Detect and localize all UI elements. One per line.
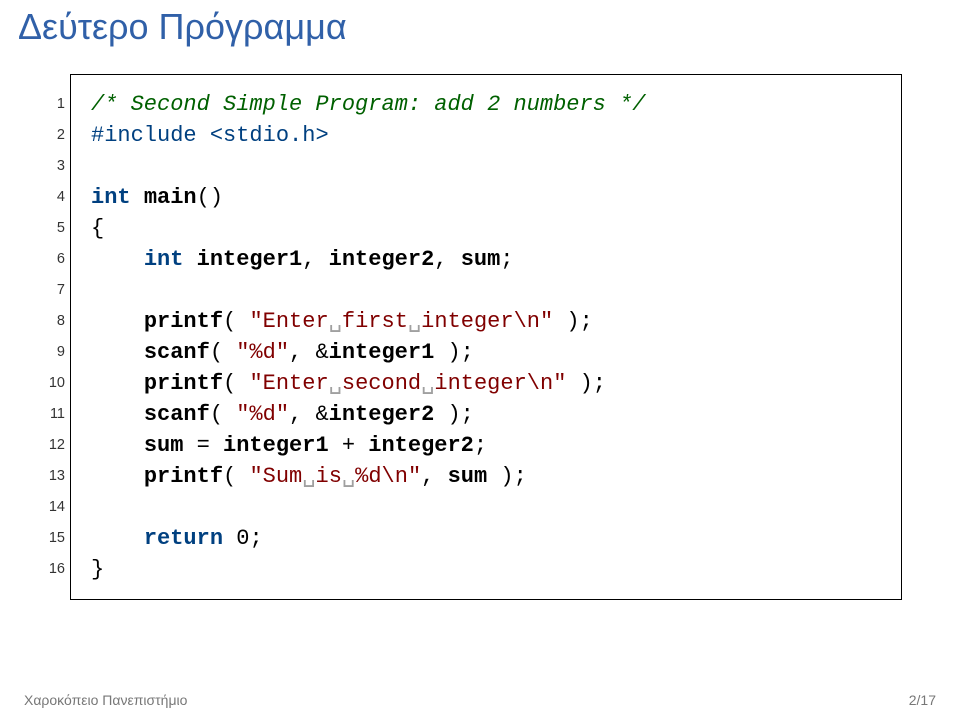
visible-space-icon: ␣ — [408, 309, 421, 334]
lineno: 14 — [35, 492, 65, 523]
code-sp — [183, 247, 196, 272]
lineno: 16 — [35, 554, 65, 585]
code-punct: ); — [553, 309, 593, 334]
code-punct: , — [302, 247, 328, 272]
code-indent — [91, 433, 144, 458]
code-ident: scanf — [144, 340, 210, 365]
code-ident: integer2 — [329, 402, 435, 427]
code-ident: scanf — [144, 402, 210, 427]
lineno: 12 — [35, 430, 65, 461]
code-ident: integer1 — [197, 247, 303, 272]
lineno: 13 — [35, 461, 65, 492]
code-ident: printf — [144, 309, 223, 334]
lineno: 6 — [35, 244, 65, 275]
visible-space-icon: ␣ — [329, 371, 342, 396]
code-ident: integer1 — [223, 433, 329, 458]
code-punct: ( — [223, 309, 249, 334]
code-string: "Sum — [249, 464, 302, 489]
code-indent — [91, 309, 144, 334]
slide-title: Δεύτερο Πρόγραμμα — [0, 0, 960, 66]
lineno: 10 — [35, 368, 65, 399]
code-punct: = — [183, 433, 223, 458]
code-brace: } — [91, 557, 104, 582]
code-punct: ); — [566, 371, 606, 396]
code-punct: ; — [474, 433, 487, 458]
visible-space-icon: ␣ — [329, 309, 342, 334]
code-string: first — [342, 309, 408, 334]
code-punct: ( — [223, 371, 249, 396]
code-indent — [91, 526, 144, 551]
code-punct: ( — [223, 464, 249, 489]
lineno: 11 — [35, 399, 65, 430]
code-punct: ; — [249, 526, 262, 551]
visible-space-icon: ␣ — [302, 464, 315, 489]
visible-space-icon: ␣ — [342, 464, 355, 489]
code-ident: sum — [144, 433, 184, 458]
code-ident: main — [144, 185, 197, 210]
code-preproc: #include — [91, 123, 197, 148]
code-body: /* Second Simple Program: add 2 numbers … — [91, 89, 881, 585]
code-string: "Enter — [249, 371, 328, 396]
lineno: 5 — [35, 213, 65, 244]
lineno: 9 — [35, 337, 65, 368]
code-sp — [223, 526, 236, 551]
code-punct: , — [434, 247, 460, 272]
code-punct: + — [329, 433, 369, 458]
visible-space-icon: ␣ — [421, 371, 434, 396]
code-string: %d\n" — [355, 464, 421, 489]
code-indent — [91, 402, 144, 427]
slide: Δεύτερο Πρόγραμμα 1 2 3 4 5 6 7 8 9 10 1… — [0, 0, 960, 718]
code-sp — [131, 185, 144, 210]
code-punct: , — [421, 464, 447, 489]
code-indent — [91, 247, 144, 272]
code-ident: integer2 — [368, 433, 474, 458]
code-punct: ( — [210, 402, 236, 427]
lineno: 1 — [35, 89, 65, 120]
code-punct: , & — [289, 402, 329, 427]
lineno: 7 — [35, 275, 65, 306]
code-string: "Enter — [249, 309, 328, 334]
code-punct: ( — [210, 340, 236, 365]
footer-university: Χαροκόπειο Πανεπιστήμιο — [24, 692, 187, 708]
code-string: integer\n" — [434, 371, 566, 396]
code-type: int — [144, 247, 184, 272]
code-ident: sum — [448, 464, 488, 489]
code-punct: , & — [289, 340, 329, 365]
code-brace: { — [91, 216, 104, 241]
code-comment: /* Second Simple Program: add 2 numbers … — [91, 92, 646, 117]
code-string: "%d" — [236, 402, 289, 427]
code-ident: printf — [144, 464, 223, 489]
code-string: "%d" — [236, 340, 289, 365]
code-ident: integer1 — [329, 340, 435, 365]
code-punct: ); — [487, 464, 527, 489]
code-indent — [91, 464, 144, 489]
code-indent — [91, 340, 144, 365]
code-listing: 1 2 3 4 5 6 7 8 9 10 11 12 13 14 15 16 /… — [70, 74, 902, 600]
code-number: 0 — [236, 526, 249, 551]
code-keyword: return — [144, 526, 223, 551]
line-number-gutter: 1 2 3 4 5 6 7 8 9 10 11 12 13 14 15 16 — [35, 89, 65, 585]
lineno: 8 — [35, 306, 65, 337]
code-string: second — [342, 371, 421, 396]
lineno: 15 — [35, 523, 65, 554]
code-ident: printf — [144, 371, 223, 396]
footer-page-number: 2/17 — [909, 692, 936, 708]
lineno: 4 — [35, 182, 65, 213]
code-indent — [91, 371, 144, 396]
code-preproc: <stdio.h> — [197, 123, 329, 148]
code-ident: integer2 — [329, 247, 435, 272]
lineno: 3 — [35, 151, 65, 182]
code-string: is — [316, 464, 342, 489]
code-ident: sum — [461, 247, 501, 272]
code-string: integer\n" — [421, 309, 553, 334]
code-punct: ; — [500, 247, 513, 272]
code-punct: () — [197, 185, 223, 210]
code-type: int — [91, 185, 131, 210]
lineno: 2 — [35, 120, 65, 151]
code-punct: ); — [434, 340, 474, 365]
code-punct: ); — [434, 402, 474, 427]
